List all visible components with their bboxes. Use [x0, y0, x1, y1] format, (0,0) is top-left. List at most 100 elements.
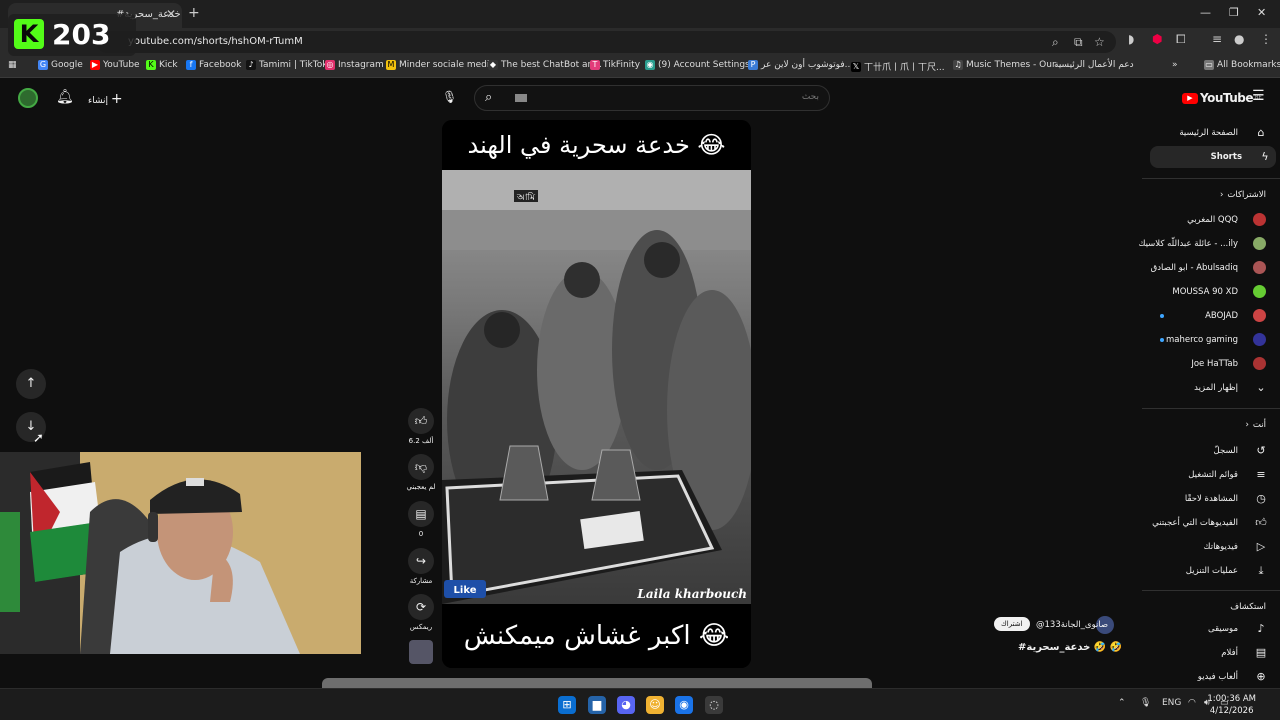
bookmark-business[interactable]: دعم الأعمال الرئيسية [1054, 60, 1134, 70]
bookmark-kick[interactable]: K Kick [146, 60, 178, 70]
app-icon[interactable]: ☺ [646, 696, 664, 714]
bookmark-label: دعم الأعمال الرئيسية [1054, 60, 1134, 70]
file-explorer-icon[interactable]: ▆ [588, 696, 606, 714]
sidebar-item-movies[interactable]: أفلام ▤ [1142, 642, 1280, 664]
sidebar-item-playlists[interactable]: قوائم التشغيل ≡ [1142, 464, 1280, 486]
window-close-icon[interactable]: ✕ [1257, 6, 1266, 19]
sidebar-item-gaming[interactable]: ألعاب فيديو ⊕ [1142, 666, 1280, 688]
profile-avatar[interactable]: ● [1234, 32, 1244, 46]
dislike-button[interactable]: 👎︎ لم يعجبني [406, 454, 436, 491]
subscription-item[interactable]: maherco gaming [1142, 329, 1280, 351]
bookmarks-bar: ▦ G Google ▶ YouTube K Kick f Facebook ♪ Tami… [0, 56, 1280, 78]
bookmark-tikfinity[interactable]: T TikFinity [590, 60, 640, 70]
subscriptions-header[interactable]: › الاشتراكات [1142, 190, 1280, 200]
minimize-icon[interactable]: — [1200, 6, 1211, 19]
subscription-item[interactable]: Joe HaTTab [1142, 353, 1280, 375]
bookmark-minder[interactable]: M Minder sociale medi... [386, 60, 498, 70]
url-text: youtube.com/shorts/hshOM-rTumM [128, 36, 303, 47]
youtube-logo[interactable]: ▶ YouTube BE [1182, 91, 1262, 105]
extension-shield-icon[interactable]: ⬢ [1152, 32, 1162, 46]
shorts-video-player[interactable]: خدعة سحرية في الهند 😂 আমি Like Laila kha… [442, 120, 751, 668]
bookmark-facebook[interactable]: f Facebook [186, 60, 241, 70]
sidebar-item-history[interactable]: السجلّ ↺ [1142, 440, 1280, 462]
start-menu-icon[interactable]: ⊞ [558, 696, 576, 714]
sidebar-item-downloads[interactable]: عمليات التنزيل ⤓ [1142, 560, 1280, 582]
install-icon[interactable]: ⧉ [1074, 35, 1083, 50]
you-header[interactable]: › أنت [1142, 420, 1280, 430]
short-title[interactable]: #خدعة_سحرية 🤣 🤣 [1018, 642, 1122, 653]
restore-icon[interactable]: ❐ [1229, 6, 1239, 19]
sound-thumbnail[interactable] [409, 640, 433, 664]
hamburger-menu-icon[interactable]: ☰ [1252, 88, 1265, 104]
system-clock[interactable]: 1:00:36 AM 4/12/2026 [1207, 693, 1256, 717]
subscription-item[interactable]: المغربي QQQ [1142, 209, 1280, 231]
channel-handle[interactable]: @صانوی_الجانة133 [1036, 620, 1108, 630]
sidebar-item-liked[interactable]: الفيديوهات التي أعجبتني 👍︎ [1142, 512, 1280, 534]
subscription-item[interactable]: ابو الصادق - Abulsadiq [1142, 257, 1280, 279]
bookmark-photoshop[interactable]: P فوتوشوب أون لاين عر... [748, 60, 853, 70]
microphone-tray-icon[interactable]: 🎙︎ [1140, 698, 1151, 708]
section-title: الاشتراكات [1227, 190, 1266, 200]
address-bar[interactable]: youtube.com/shorts/hshOM-rTumM ⌕ ⧉ ☆ [96, 31, 1116, 53]
notifications-bell-icon[interactable]: 🔔︎ [56, 89, 74, 105]
new-tab-icon[interactable]: + [188, 5, 200, 21]
bookmark-google[interactable]: G Google [38, 60, 83, 70]
bookmark-instagram[interactable]: ◎ Instagram [325, 60, 384, 70]
comments-button[interactable]: ▤ 0 [406, 501, 436, 538]
channel-name: عائلة عبداللّه كلاسيك - ...ily [1138, 239, 1238, 249]
like-button[interactable]: 👍︎ 6.2 ألف [406, 408, 436, 445]
video-caption-bottom: اكبر غشاش ميمكنش 😂 [442, 604, 751, 668]
like-count: 6.2 ألف [408, 437, 434, 445]
share-button[interactable]: ↪ مشاركة [406, 548, 436, 585]
tray-overflow-icon[interactable]: ⌃ [1118, 698, 1126, 708]
discord-icon[interactable]: ◕ [617, 696, 635, 714]
close-tab-icon[interactable]: ✕ [166, 7, 176, 21]
search-icon[interactable]: ⌕ [485, 90, 492, 105]
channel-name: المغربي QQQ [1187, 215, 1238, 225]
thumb-up-icon: 👍︎ [408, 408, 434, 434]
bookmark-chatbot[interactable]: ◆ The best ChatBot an... [488, 60, 602, 70]
account-avatar[interactable] [18, 88, 38, 108]
wifi-icon[interactable]: ◠ [1188, 698, 1196, 708]
language-indicator[interactable]: ENG [1162, 698, 1181, 708]
sidebar-item-music[interactable]: موسيقى ♪ [1142, 618, 1280, 640]
microphone-icon[interactable]: 🎙︎ [442, 90, 457, 104]
sidebar-item-home[interactable]: الصفحة الرئيسية ⌂ [1142, 122, 1280, 144]
zoom-icon[interactable]: ⌕ [1052, 35, 1059, 50]
subscription-item[interactable]: MOUSSA 90 XD [1142, 281, 1280, 303]
sidebar-item-label: الفيديوهات التي أعجبتني [1152, 518, 1238, 528]
sidebar-item-label: عمليات التنزيل [1185, 566, 1238, 576]
chrome-menu-icon[interactable]: ⋮ [1260, 32, 1272, 46]
chatbot-icon: ◆ [488, 60, 498, 70]
previous-short-button[interactable]: ↑ [16, 369, 46, 399]
photoshop-icon: P [748, 60, 758, 70]
sidebar-item-your-videos[interactable]: فيديوهاتك ▷ [1142, 536, 1280, 558]
video-icon: ▷ [1256, 540, 1266, 553]
extensions-puzzle-icon[interactable]: ⧠ [1176, 32, 1186, 47]
all-bookmarks[interactable]: ▭ All Bookmarks [1204, 60, 1280, 70]
chrome-icon[interactable]: ◉ [675, 696, 693, 714]
create-button[interactable]: إنشاء + [88, 91, 123, 107]
more-bookmarks-icon[interactable]: » [1172, 60, 1178, 70]
sidebar-item-shorts[interactable]: Shorts ϟ [1150, 146, 1276, 168]
bookmark-star-icon[interactable]: ☆ [1094, 35, 1105, 49]
bookmark-tiktok[interactable]: ♪ Tamimi | TikTok [246, 60, 327, 70]
subscribe-button[interactable]: اشتراك [994, 617, 1030, 631]
bookmark-youtube[interactable]: ▶ YouTube [90, 60, 140, 70]
apps-grid-icon[interactable]: ▦ [8, 60, 17, 70]
subscription-item[interactable]: عائلة عبداللّه كلاسيك - ...ily [1138, 233, 1280, 255]
search-input[interactable]: ⌕ بحث [474, 85, 830, 111]
show-more-button[interactable]: إظهار المزيد ⌄ [1142, 377, 1280, 399]
bookmark-label: فوتوشوب أون لاين عر... [761, 60, 854, 70]
comment-icon: ▤ [408, 501, 434, 527]
channel-avatar [1253, 309, 1266, 322]
bookmark-x[interactable]: 𝕏 丅卄爪丨爪丨丅尺... [851, 60, 945, 73]
remix-button[interactable]: ⟳ ريمكس [406, 594, 436, 631]
bookmark-music-themes[interactable]: ♫ Music Themes - Our... [953, 60, 1063, 70]
media-control-icon[interactable]: ≡ [1212, 32, 1222, 46]
subscription-item[interactable]: ABOJAD [1142, 305, 1280, 327]
bookmark-account-settings[interactable]: ◉ (9) Account Settings... [645, 60, 758, 70]
sidebar-item-watch-later[interactable]: المشاهدة لاحقًا ◷ [1142, 488, 1280, 510]
extension-audio-icon[interactable]: ◗ [1128, 32, 1134, 46]
obs-icon[interactable]: ◌ [705, 696, 723, 714]
